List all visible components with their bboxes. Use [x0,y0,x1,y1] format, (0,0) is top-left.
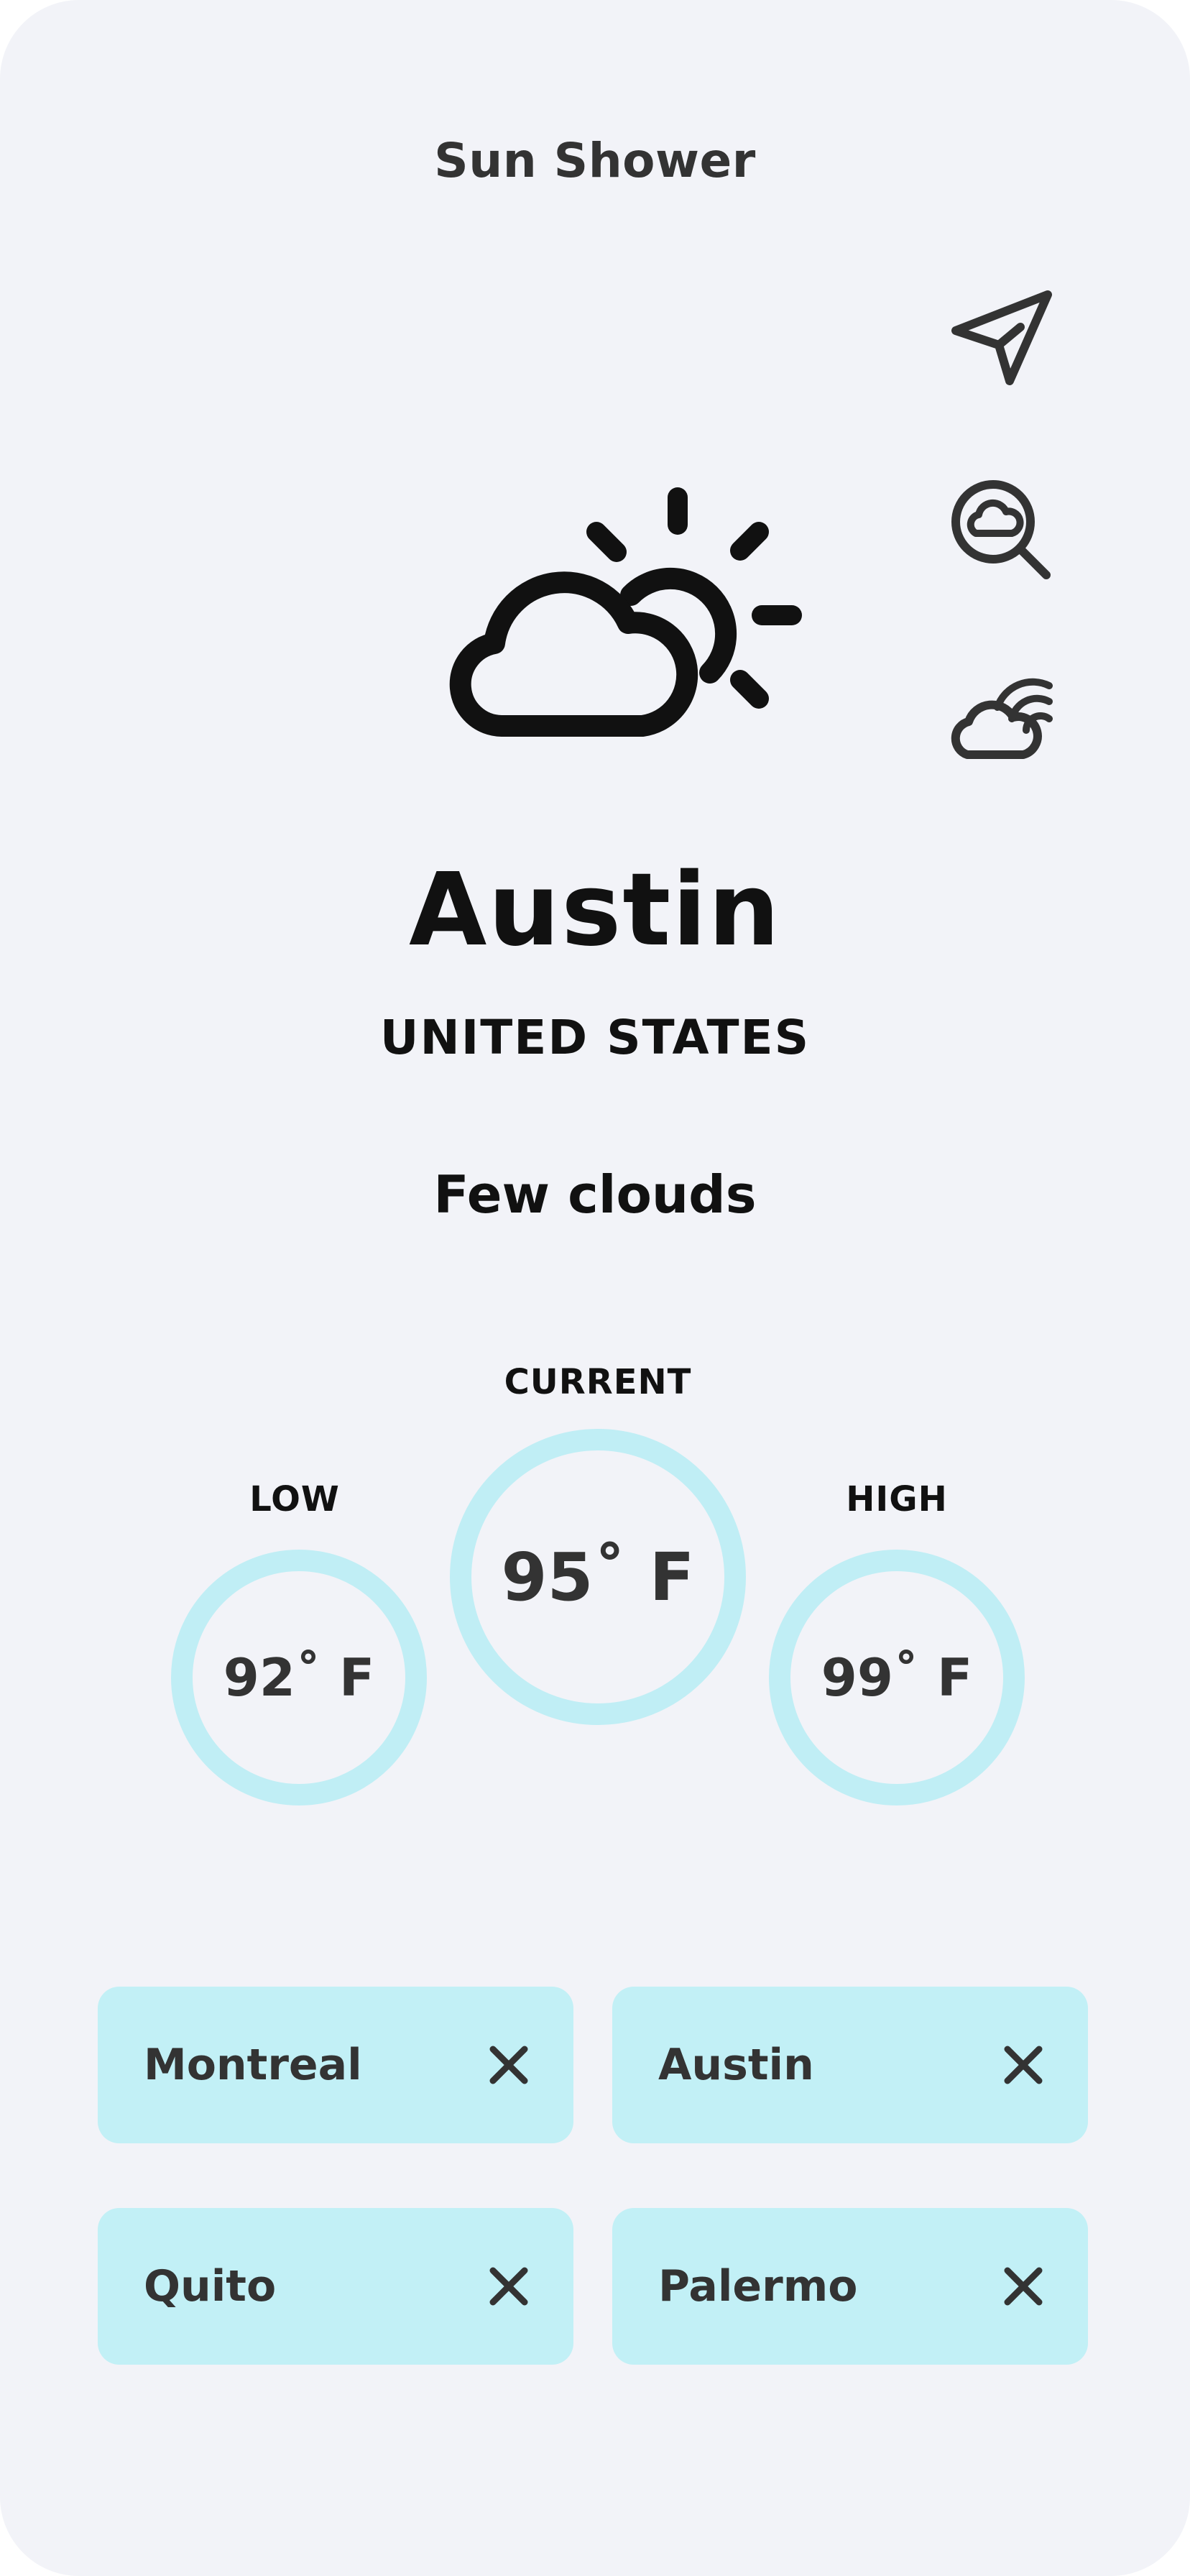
high-temp-value: 99˚ F [821,1647,973,1708]
app-title: Sun Shower [434,133,756,188]
current-temp-label: CURRENT [504,1362,692,1402]
current-temp-ring: 95˚ F [450,1429,746,1725]
close-icon[interactable] [1002,2043,1045,2087]
country-name: UNITED STATES [379,1010,811,1065]
current-temp-value: 95˚ F [501,1538,695,1616]
partly-cloudy-icon [446,482,805,748]
city-name: Austin [409,852,781,969]
saved-city-chip[interactable]: Austin [612,1987,1088,2143]
weather-condition: Few clouds [433,1164,757,1225]
saved-city-chip[interactable]: Montreal [98,1987,573,2143]
low-temp-label: LOW [249,1479,340,1519]
saved-city-chip[interactable]: Quito [98,2208,573,2365]
low-temp-ring: 92˚ F [171,1550,427,1806]
navigation-arrow-icon[interactable] [949,288,1056,388]
cloud-search-icon[interactable] [947,476,1055,584]
close-icon[interactable] [487,2265,530,2308]
saved-city-chip[interactable]: Palermo [612,2208,1088,2365]
low-temp-value: 92˚ F [223,1647,375,1708]
saved-city-name: Austin [658,2040,814,2090]
saved-city-name: Montreal [144,2040,362,2090]
cloud-rainbow-icon[interactable] [946,670,1061,763]
app-screen: Sun Shower Austin UNITED STATES Few clou… [0,0,1190,2576]
high-temp-ring: 99˚ F [769,1550,1025,1806]
close-icon[interactable] [487,2043,530,2087]
saved-city-name: Palermo [658,2261,858,2312]
saved-city-name: Quito [144,2261,277,2312]
close-icon[interactable] [1002,2265,1045,2308]
high-temp-label: HIGH [846,1479,948,1519]
